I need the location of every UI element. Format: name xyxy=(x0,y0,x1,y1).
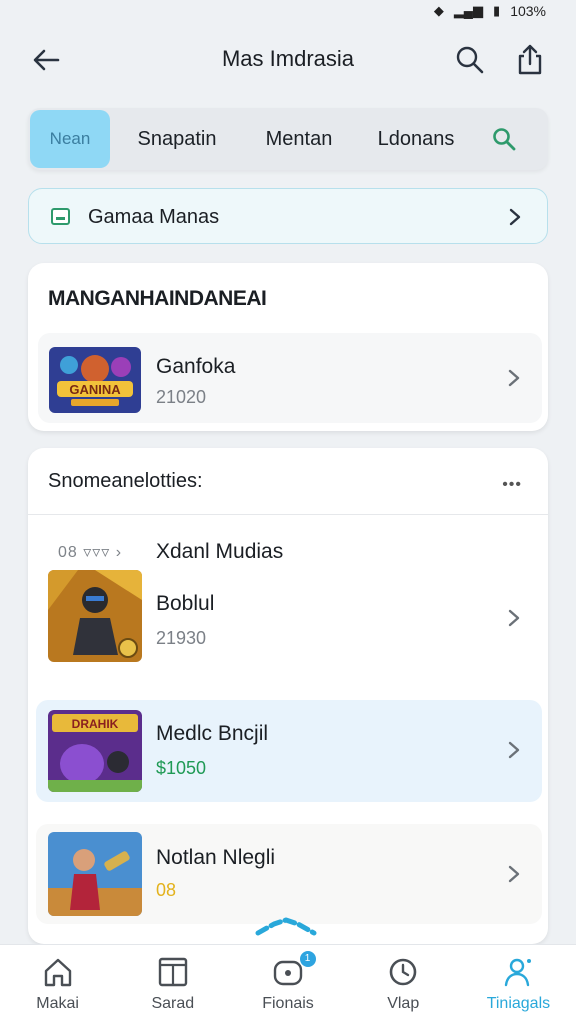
item-meta: 08 ▿▿▿ › xyxy=(58,544,123,561)
person-icon xyxy=(505,958,532,987)
divider xyxy=(28,514,548,515)
tab-ldonans[interactable]: Ldonans xyxy=(354,110,478,168)
svg-text:DRAHIK: DRAHIK xyxy=(72,717,119,731)
status-bar: ◆ ▂▄▆ ▮ 103% xyxy=(0,0,576,22)
banner-label: Gamaa Manas xyxy=(88,206,220,228)
search-icon[interactable] xyxy=(452,42,488,78)
more-options-icon[interactable]: ••• xyxy=(502,476,522,494)
battery-percentage: 103% xyxy=(510,3,546,19)
tab-nean[interactable]: Nean xyxy=(30,110,110,168)
chevron-right-icon xyxy=(508,865,520,883)
item-subtitle: 21930 xyxy=(156,628,207,648)
list-item[interactable]: Notlan Nlegli 08 xyxy=(36,824,542,924)
book-icon xyxy=(158,957,187,987)
tab-mentan[interactable]: Mentan xyxy=(244,110,354,168)
clock-icon xyxy=(389,958,417,986)
item-title: Notlan Nlegli xyxy=(156,846,276,869)
list-item[interactable]: DRAHIK Medlc Bncjil $1050 xyxy=(36,700,542,802)
item-price: $1050 xyxy=(156,758,207,778)
home-icon xyxy=(44,958,71,987)
nav-item-makai[interactable]: Makai xyxy=(0,945,115,1024)
bottom-navigation: Makai Sarad 1 Fionais Vlap Tiniagals xyxy=(0,944,576,1024)
item-rating: 08 xyxy=(156,880,177,900)
nav-item-vlap[interactable]: Vlap xyxy=(346,945,461,1024)
chevron-right-icon xyxy=(509,208,521,226)
game-thumbnail: GANINA xyxy=(49,347,141,413)
battery-icon: ▮ xyxy=(493,3,501,18)
chevron-right-icon xyxy=(508,369,520,387)
featured-heading: MANGANHAINDANEAI xyxy=(48,287,267,310)
app-bar: Mas Imdrasia xyxy=(0,30,576,90)
tab-snapatin[interactable]: Snapatin xyxy=(110,110,244,168)
svg-text:GANINA: GANINA xyxy=(69,382,121,397)
chevron-right-icon xyxy=(508,741,520,759)
cellular-icon: ▂▄▆ xyxy=(453,3,484,18)
section-card: Snomeanelotties: ••• 08 ▿▿▿ › Xdanl Mudi… xyxy=(28,448,548,944)
share-icon[interactable] xyxy=(512,42,548,78)
section-heading: Snomeanelotties: xyxy=(48,470,203,492)
game-thumbnail: DRAHIK xyxy=(48,710,142,792)
nav-label: Vlap xyxy=(387,995,420,1012)
list-item[interactable]: 08 ▿▿▿ › Xdanl Mudias Boblul 21930 xyxy=(36,518,542,678)
nav-item-tiniagals[interactable]: Tiniagals xyxy=(461,945,576,1024)
nav-label: Fionais xyxy=(262,995,314,1012)
item-category: Xdanl Mudias xyxy=(156,540,284,563)
search-icon xyxy=(493,128,516,151)
wallet-icon xyxy=(51,208,70,225)
game-thumbnail xyxy=(48,832,142,916)
tab-search-button[interactable] xyxy=(478,110,530,168)
notification-badge: 1 xyxy=(299,951,316,967)
game-subtitle: 21020 xyxy=(156,387,207,407)
nav-item-fionais[interactable]: 1 Fionais xyxy=(230,945,345,1024)
nav-label: Tiniagals xyxy=(486,995,551,1012)
game-title: Ganfoka xyxy=(156,355,236,378)
item-title: Medlc Bncjil xyxy=(156,722,269,745)
scroll-up-indicator[interactable] xyxy=(254,916,318,936)
category-tabs: Nean Snapatin Mentan Ldonans xyxy=(28,108,548,170)
games-banner[interactable]: Gamaa Manas xyxy=(28,188,548,244)
game-thumbnail xyxy=(48,570,142,662)
featured-game-row[interactable]: GANINA Ganfoka 21020 xyxy=(38,333,542,423)
page-title: Mas Imdrasia xyxy=(221,46,355,71)
signal-icon: ◆ xyxy=(433,3,444,18)
chevron-right-icon xyxy=(508,609,520,627)
featured-card: MANGANHAINDANEAI GANINA Ganfoka 21020 xyxy=(28,263,548,431)
nav-item-sarad[interactable]: Sarad xyxy=(115,945,230,1024)
nav-label: Makai xyxy=(36,995,79,1012)
item-title: Boblul xyxy=(156,592,215,615)
nav-label: Sarad xyxy=(151,995,195,1012)
